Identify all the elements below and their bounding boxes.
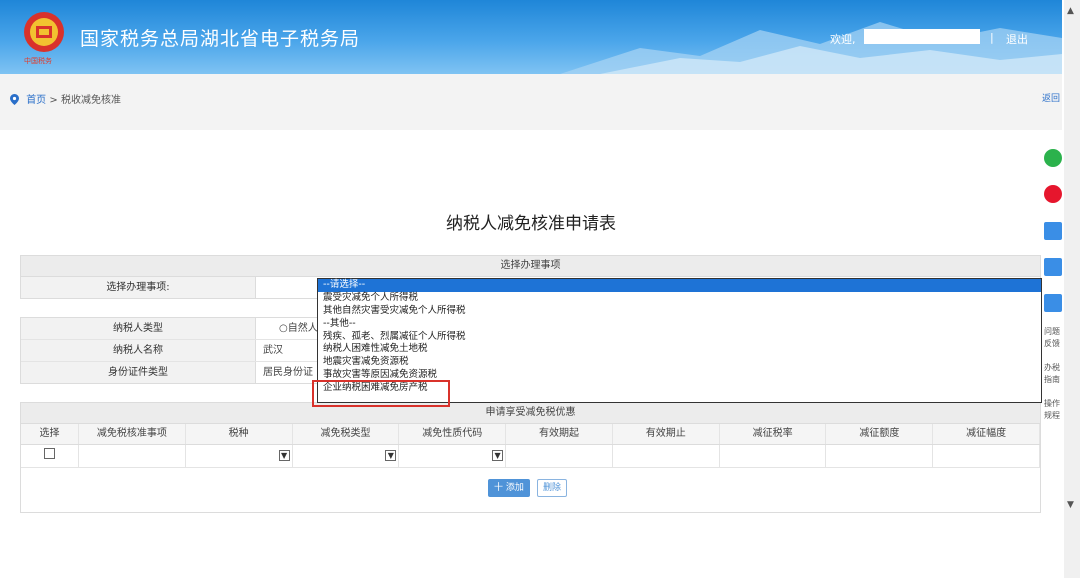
username-field xyxy=(864,29,980,44)
section-head: 选择办理事项 xyxy=(21,256,1040,277)
app-icon[interactable] xyxy=(1044,258,1062,276)
scroll-down-icon[interactable]: ▼ xyxy=(1067,500,1074,510)
dropdown-option[interactable]: --请选择-- xyxy=(318,279,1041,292)
col-range: 减征幅度 xyxy=(933,424,1041,444)
delete-button[interactable]: 删除 xyxy=(537,479,568,497)
range-cell[interactable] xyxy=(933,445,1041,467)
col-relief-type: 减免税类型 xyxy=(293,424,400,444)
location-pin-icon xyxy=(10,94,19,105)
col-amount: 减征额度 xyxy=(826,424,934,444)
col-tax-type: 税种 xyxy=(186,424,293,444)
guide-link[interactable]: 办税指南 xyxy=(1044,362,1066,386)
chevron-down-icon[interactable]: ▼ xyxy=(278,450,290,461)
relief-section: 申请享受减免税优惠 选择 减免税核准事项 税种 减免税类型 减免性质代码 有效期… xyxy=(20,402,1041,513)
chevron-down-icon[interactable]: ▼ xyxy=(492,450,504,461)
start-date-cell[interactable] xyxy=(506,445,613,467)
relief-type-select[interactable]: ▼ xyxy=(293,445,400,467)
highlight-annotation xyxy=(312,380,450,407)
logout-link[interactable]: 退出 xyxy=(1006,31,1028,47)
site-title: 国家税务总局湖北省电子税务局 xyxy=(80,28,361,50)
scroll-up-icon[interactable]: ▲ xyxy=(1067,6,1074,16)
col-rate: 减征税率 xyxy=(720,424,827,444)
breadcrumb-bar xyxy=(0,74,1062,130)
dropdown-option[interactable]: 震受灾减免个人所得税 xyxy=(318,292,1041,305)
feedback-link[interactable]: 问题反馈 xyxy=(1044,326,1066,350)
button-area: 十 添加 删除 xyxy=(21,468,1040,512)
id-type-value: 居民身份证 xyxy=(263,367,313,378)
dropdown-option[interactable]: 纳税人困难性减免土地税 xyxy=(318,343,1041,356)
wechat-icon[interactable] xyxy=(1044,149,1062,167)
dropdown-option[interactable]: 残疾、孤老、烈属减征个人所得税 xyxy=(318,331,1041,344)
breadcrumb-home[interactable]: 首页 xyxy=(26,95,46,106)
matter-label: 选择办理事项: xyxy=(21,277,256,298)
section-head: 申请享受减免税优惠 xyxy=(21,403,1040,424)
dropdown-option[interactable]: 其他自然灾害受灾减免个人所得税 xyxy=(318,305,1041,318)
col-start: 有效期起 xyxy=(506,424,613,444)
row-checkbox[interactable] xyxy=(44,448,55,459)
chevron-down-icon[interactable]: ▼ xyxy=(385,450,397,461)
id-type-label: 身份证件类型 xyxy=(21,362,256,383)
breadcrumb: 首页 > 税收减免核准 xyxy=(10,91,121,106)
table-row: ▼ ▼ ▼ xyxy=(21,445,1041,468)
add-button[interactable]: 十 添加 xyxy=(488,479,530,497)
rate-cell[interactable] xyxy=(720,445,827,467)
header-separator: | xyxy=(990,31,994,44)
dropdown-option[interactable]: 地震灾害减免资源税 xyxy=(318,356,1041,369)
nature-code-select[interactable]: ▼ xyxy=(399,445,507,467)
app-icon[interactable] xyxy=(1044,294,1062,312)
taxpayer-type-label: 纳税人类型 xyxy=(21,318,256,339)
taxpayer-name-value: 武汉 xyxy=(263,345,283,356)
taxpayer-type-radio[interactable]: ○自然人 xyxy=(279,318,318,339)
emblem-caption: 中国税务 xyxy=(24,57,52,65)
column-headers: 选择 减免税核准事项 税种 减免税类型 减免性质代码 有效期起 有效期止 减征税… xyxy=(21,424,1041,445)
page-scrollbar[interactable] xyxy=(1064,0,1080,578)
tax-type-select[interactable]: ▼ xyxy=(186,445,293,467)
end-date-cell[interactable] xyxy=(613,445,720,467)
amount-cell[interactable] xyxy=(826,445,934,467)
tax-emblem-icon xyxy=(24,12,64,52)
procedure-link[interactable]: 操作规程 xyxy=(1044,398,1066,422)
weibo-icon[interactable] xyxy=(1044,185,1062,203)
breadcrumb-current: 税收减免核准 xyxy=(60,95,121,106)
matter-cell[interactable] xyxy=(79,445,186,467)
site-header: 中国税务 国家税务总局湖北省电子税务局 欢迎, | 退出 xyxy=(0,0,1062,74)
taxpayer-name-label: 纳税人名称 xyxy=(21,340,256,361)
col-nature-code: 减免性质代码 xyxy=(399,424,507,444)
back-link[interactable]: 返回 xyxy=(1042,91,1060,104)
row-select-cell xyxy=(21,445,79,467)
form-title: 纳税人减免核准申请表 xyxy=(446,214,616,234)
col-select: 选择 xyxy=(21,424,79,444)
dropdown-group-label: --其他-- xyxy=(323,317,356,329)
col-end: 有效期止 xyxy=(613,424,720,444)
breadcrumb-arrow: > xyxy=(49,95,58,106)
welcome-text: 欢迎, xyxy=(830,33,856,46)
col-matter: 减免税核准事项 xyxy=(79,424,186,444)
